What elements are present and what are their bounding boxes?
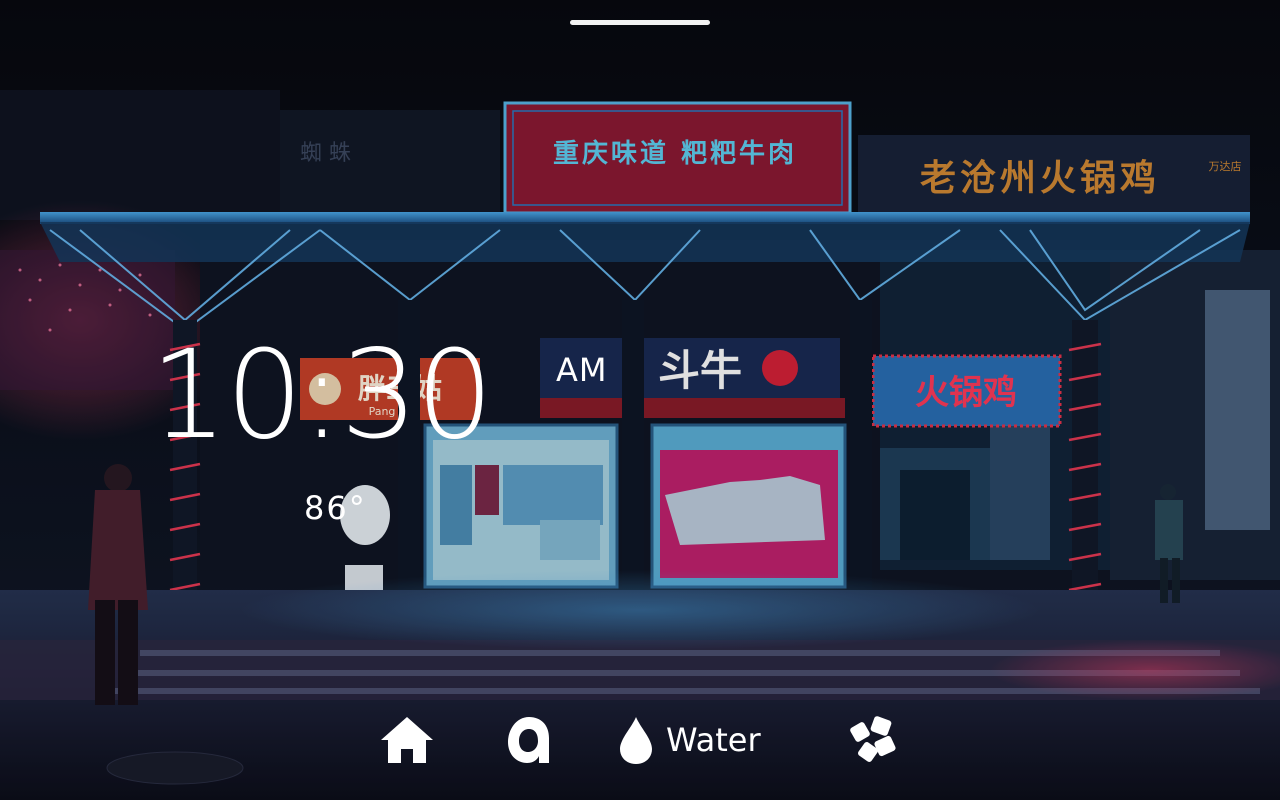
temperature-readout: 86° xyxy=(304,489,367,527)
clock-meridiem: AM xyxy=(556,351,608,389)
home-button[interactable] xyxy=(380,710,434,770)
water-button[interactable]: Water xyxy=(618,710,761,770)
home-icon xyxy=(381,717,433,763)
smartthings-button[interactable] xyxy=(848,710,900,770)
alexa-button[interactable] xyxy=(505,710,551,770)
drag-handle[interactable] xyxy=(570,20,710,25)
water-drop-icon xyxy=(620,717,652,764)
water-label: Water xyxy=(666,721,761,759)
clock-time: 10:30 xyxy=(150,324,494,466)
alexa-icon xyxy=(508,717,549,763)
bottom-dock: Water xyxy=(370,710,930,770)
smartthings-icon xyxy=(850,716,896,762)
